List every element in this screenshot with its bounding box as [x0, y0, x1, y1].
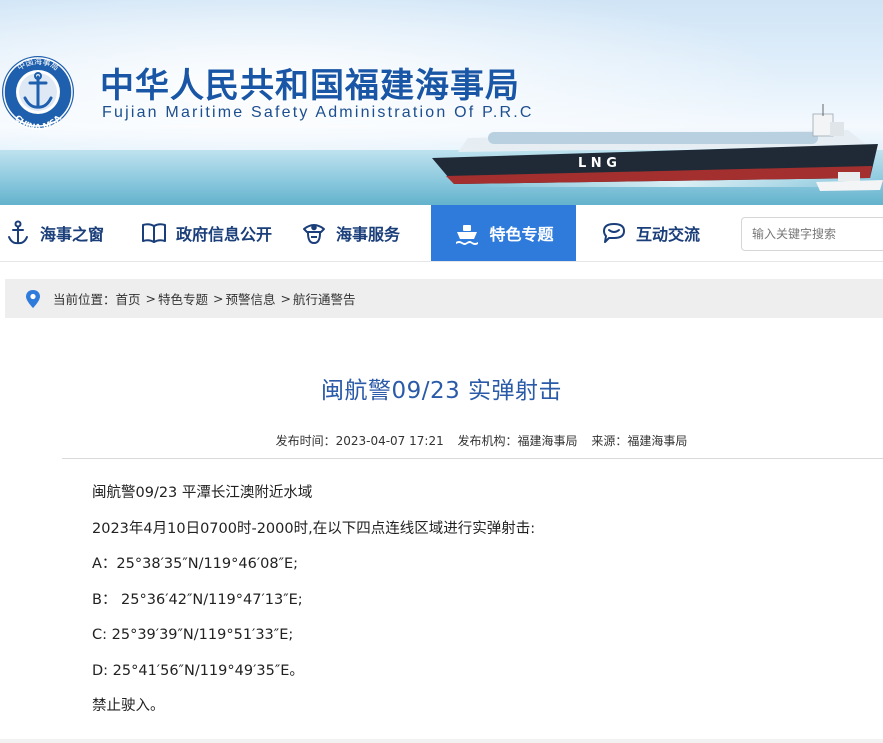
article-body: 闽航警09/23 平潭长江澳附近水域 2023年4月10日0700时-2000时… [92, 483, 535, 732]
publisher: 发布机构：福建海事局 [457, 434, 578, 448]
breadcrumb-home[interactable]: 首页 [116, 289, 141, 308]
source: 来源：福建海事局 [591, 434, 688, 448]
anchor-icon [8, 220, 28, 245]
location-pin-icon [26, 289, 40, 308]
breadcrumb-special-topics[interactable]: 特色专题 [158, 289, 208, 308]
nav-label: 政府信息公开 [176, 225, 273, 244]
article-paragraph: B： 25°36′42″N/119°47′13″E; [92, 591, 303, 608]
site-banner: 中国海事局 CHINA MSA 中华人民共和国福建海事局 Fujian Mari… [0, 0, 883, 205]
article-paragraph: A：25°38′35″N/119°46′08″E; [92, 556, 299, 572]
article-title: 闽航警09/23 实弹射击 [320, 378, 563, 404]
breadcrumb-nav-warnings[interactable]: 航行通警告 [293, 289, 356, 308]
nav-item-maritime-service[interactable]: 海事服务 [300, 205, 418, 261]
breadcrumb-separator: > [145, 291, 157, 306]
article-paragraph: 闽航警09/23 平潭长江澳附近水域 [92, 485, 313, 501]
article-meta: 发布时间：2023-04-07 17:21 发布机构：福建海事局 来源：福建海事… [0, 432, 883, 449]
nav-item-gov-info[interactable]: 政府信息公开 [140, 205, 285, 261]
breadcrumb-separator: > [280, 291, 292, 306]
breadcrumb-separator: > [213, 291, 224, 306]
china-msa-logo[interactable]: 中国海事局 CHINA MSA [0, 52, 80, 136]
publish-time: 发布时间：2023-04-07 17:21 [275, 434, 444, 448]
search-input[interactable] [741, 217, 883, 251]
article-paragraph: D: 25°41′56″N/119°49′35″E。 [92, 662, 304, 679]
breadcrumb-prefix: 当前位置： [53, 292, 116, 307]
breadcrumb-warnings[interactable]: 预警信息 [226, 289, 276, 308]
footer-divider [0, 739, 883, 743]
chat-icon [603, 223, 625, 243]
nav-item-special-topics[interactable]: 特色专题 [431, 205, 576, 261]
divider [62, 458, 883, 459]
officer-cap-icon [303, 224, 325, 244]
article-paragraph: 2023年4月10日0700时-2000时,在以下四点连线区域进行实弹射击: [92, 520, 536, 537]
lng-ship-illustration: L N G [432, 104, 883, 191]
nav-label: 海事之窗 [40, 225, 105, 244]
nav-label: 特色专题 [489, 225, 554, 244]
ship-icon [456, 225, 479, 245]
nav-label: 互动交流 [636, 225, 701, 244]
article-paragraph: 禁止驶入。 [92, 698, 165, 714]
article-paragraph: C: 25°39′39″N/119°51′33″E; [92, 627, 294, 643]
nav-item-maritime-window[interactable]: 海事之窗 [4, 205, 116, 261]
nav-label: 海事服务 [336, 225, 401, 244]
nav-item-interaction[interactable]: 互动交流 [600, 205, 715, 261]
svg-text:L N G: L N G [578, 156, 617, 171]
book-icon [142, 223, 166, 243]
breadcrumb: 当前位置： 首页 > 特色专题 > 预警信息 > 航行通警告 [5, 279, 883, 318]
